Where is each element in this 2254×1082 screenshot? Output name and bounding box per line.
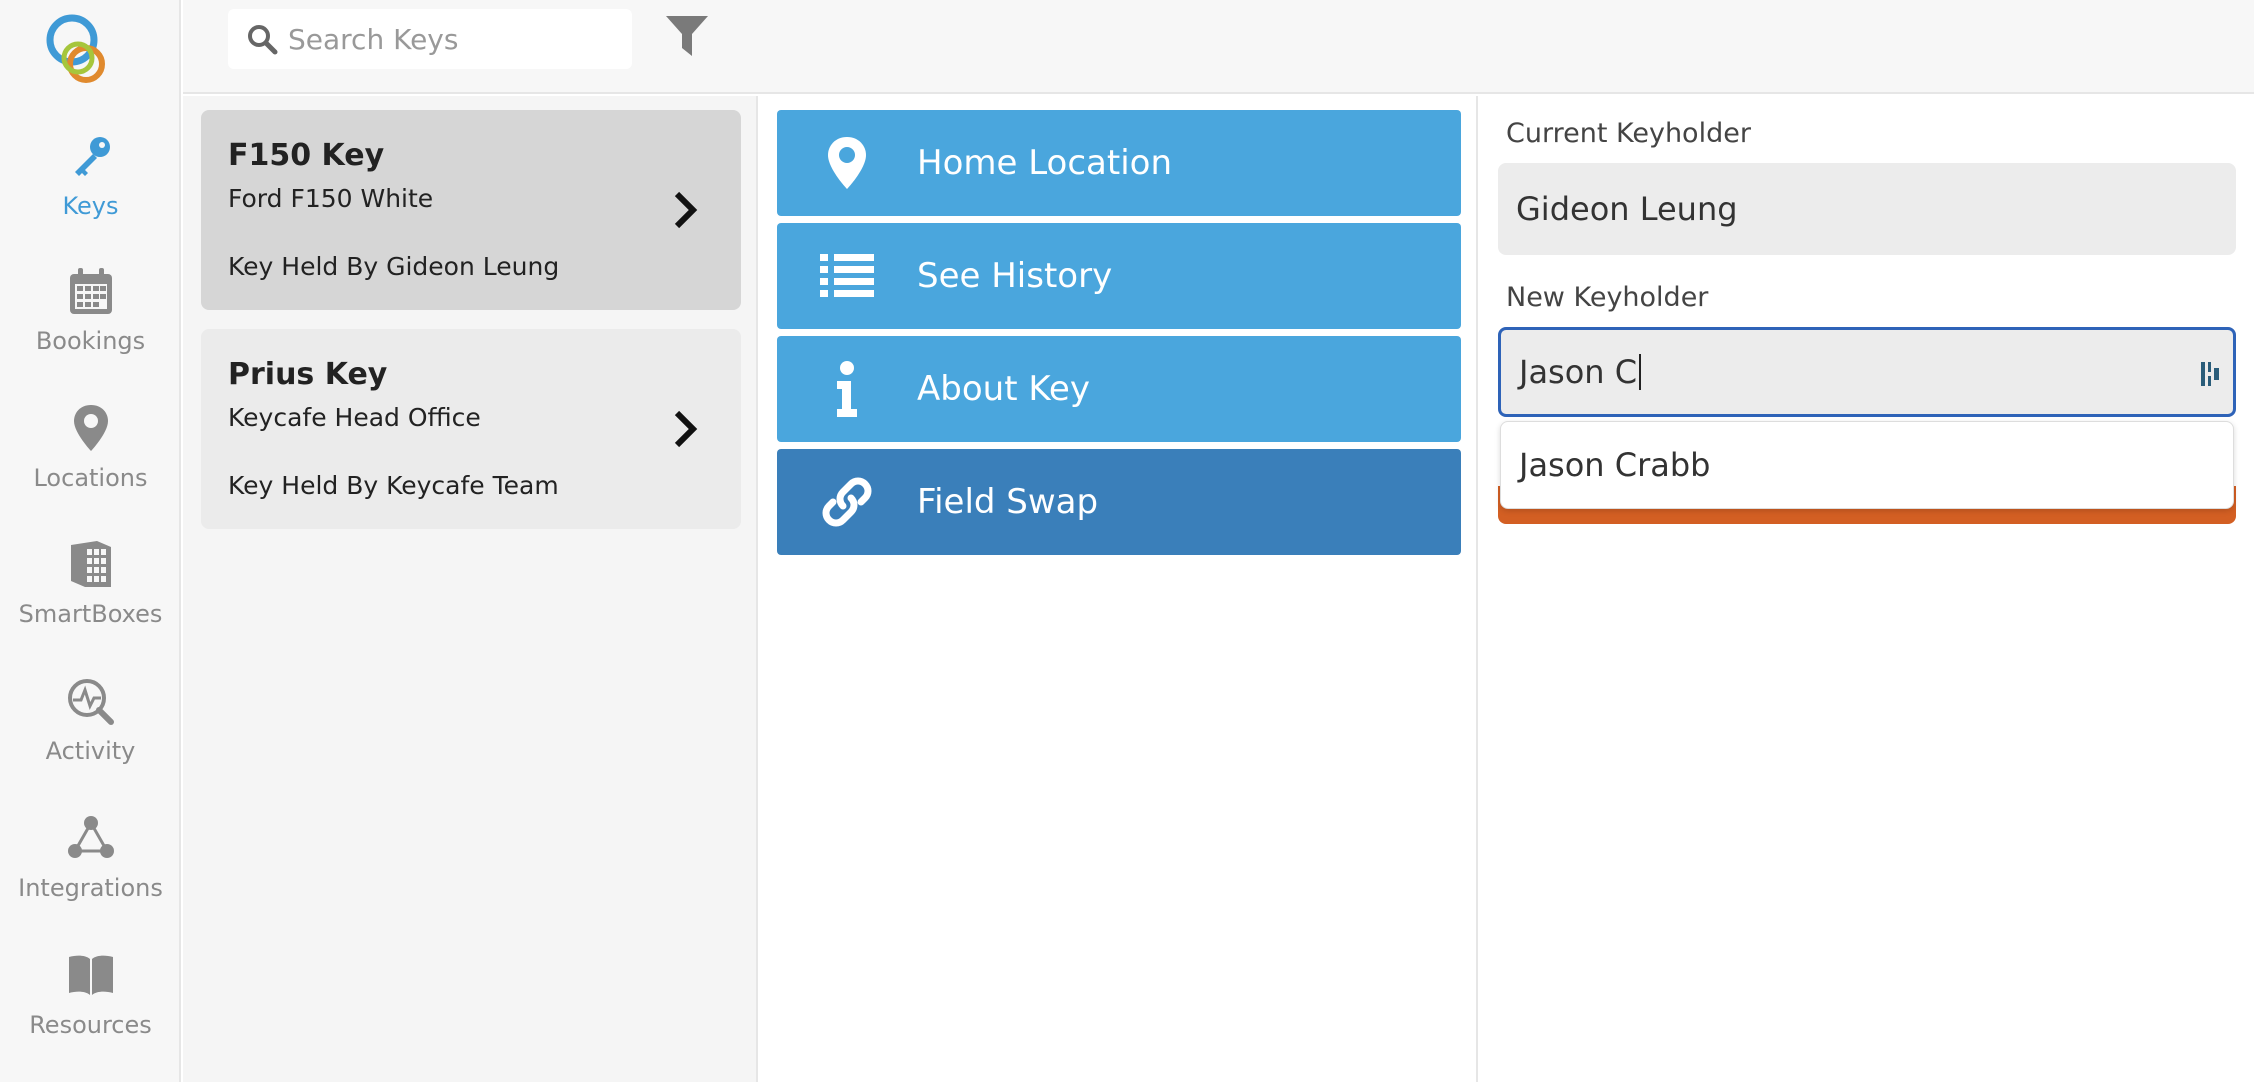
app-root: Keys Bookings Locations SmartBoxes Activ…: [0, 0, 2254, 1082]
list-icon: [777, 223, 917, 329]
action-label: Field Swap: [917, 482, 1099, 522]
key-icon: [63, 128, 119, 184]
nav-item-keys[interactable]: Keys: [0, 128, 181, 248]
nav-item-locations[interactable]: Locations: [0, 400, 181, 520]
autocomplete-option[interactable]: Jason Crabb: [1500, 421, 2234, 509]
keycafe-logo[interactable]: [44, 12, 114, 88]
key-card-f150[interactable]: F150 Key Ford F150 White Key Held By Gid…: [201, 110, 741, 310]
info-icon: [777, 336, 917, 442]
key-list: F150 Key Ford F150 White Key Held By Gid…: [183, 96, 758, 1082]
filter-icon[interactable]: [664, 14, 710, 58]
integrations-icon: [63, 810, 119, 866]
key-title: F150 Key: [228, 138, 385, 173]
new-keyholder-value: Jason C: [1519, 353, 1638, 391]
password-manager-icon[interactable]: [2199, 360, 2223, 388]
action-label: Home Location: [917, 143, 1173, 183]
new-keyholder-label: New Keyholder: [1506, 282, 1709, 313]
book-icon: [63, 947, 119, 1003]
nav-label-bookings: Bookings: [35, 327, 146, 355]
key-card-prius[interactable]: Prius Key Keycafe Head Office Key Held B…: [201, 329, 741, 529]
home-location-button[interactable]: Home Location: [777, 110, 1461, 216]
keyholder-details: Current Keyholder Gideon Leung New Keyho…: [1480, 96, 2254, 1082]
key-actions: Home Location See History About Key Fiel…: [760, 96, 1478, 1082]
side-nav: Keys Bookings Locations SmartBoxes Activ…: [0, 0, 181, 1082]
key-holder-text: Key Held By Gideon Leung: [228, 252, 560, 281]
smartbox-icon: [63, 536, 119, 592]
search-icon: [248, 25, 278, 55]
search-box[interactable]: [228, 9, 632, 69]
nav-item-integrations[interactable]: Integrations: [0, 810, 181, 930]
nav-label-smartboxes: SmartBoxes: [18, 600, 163, 628]
action-label: About Key: [917, 369, 1090, 409]
nav-item-activity[interactable]: Activity: [0, 673, 181, 793]
text-caret: [1639, 354, 1642, 390]
current-keyholder-label: Current Keyholder: [1506, 118, 1751, 149]
autocomplete-option-label: Jason Crabb: [1519, 446, 1711, 484]
chevron-right-icon: [674, 191, 698, 229]
see-history-button[interactable]: See History: [777, 223, 1461, 329]
current-keyholder-value: Gideon Leung: [1516, 190, 1738, 228]
top-bar: [183, 0, 2254, 94]
action-label: See History: [917, 256, 1113, 296]
link-icon: [777, 449, 917, 555]
search-input[interactable]: [288, 22, 618, 56]
nav-item-resources[interactable]: Resources: [0, 947, 181, 1067]
nav-item-smartboxes[interactable]: SmartBoxes: [0, 536, 181, 656]
nav-label-integrations: Integrations: [18, 874, 163, 902]
about-key-button[interactable]: About Key: [777, 336, 1461, 442]
nav-label-resources: Resources: [29, 1011, 152, 1039]
field-swap-button[interactable]: Field Swap: [777, 449, 1461, 555]
key-holder-text: Key Held By Keycafe Team: [228, 471, 559, 500]
activity-icon: [63, 673, 119, 729]
chevron-right-icon: [674, 410, 698, 448]
map-pin-icon: [777, 110, 917, 216]
current-keyholder-field: Gideon Leung: [1498, 163, 2236, 255]
nav-label-keys: Keys: [62, 192, 119, 220]
key-subtitle: Ford F150 White: [228, 184, 434, 213]
nav-item-bookings[interactable]: Bookings: [0, 263, 181, 383]
new-keyholder-input[interactable]: Jason C: [1498, 327, 2236, 417]
key-title: Prius Key: [228, 357, 388, 392]
key-subtitle: Keycafe Head Office: [228, 403, 481, 432]
calendar-icon: [63, 263, 119, 319]
nav-label-locations: Locations: [33, 464, 148, 492]
map-pin-icon: [63, 400, 119, 456]
nav-label-activity: Activity: [45, 737, 136, 765]
